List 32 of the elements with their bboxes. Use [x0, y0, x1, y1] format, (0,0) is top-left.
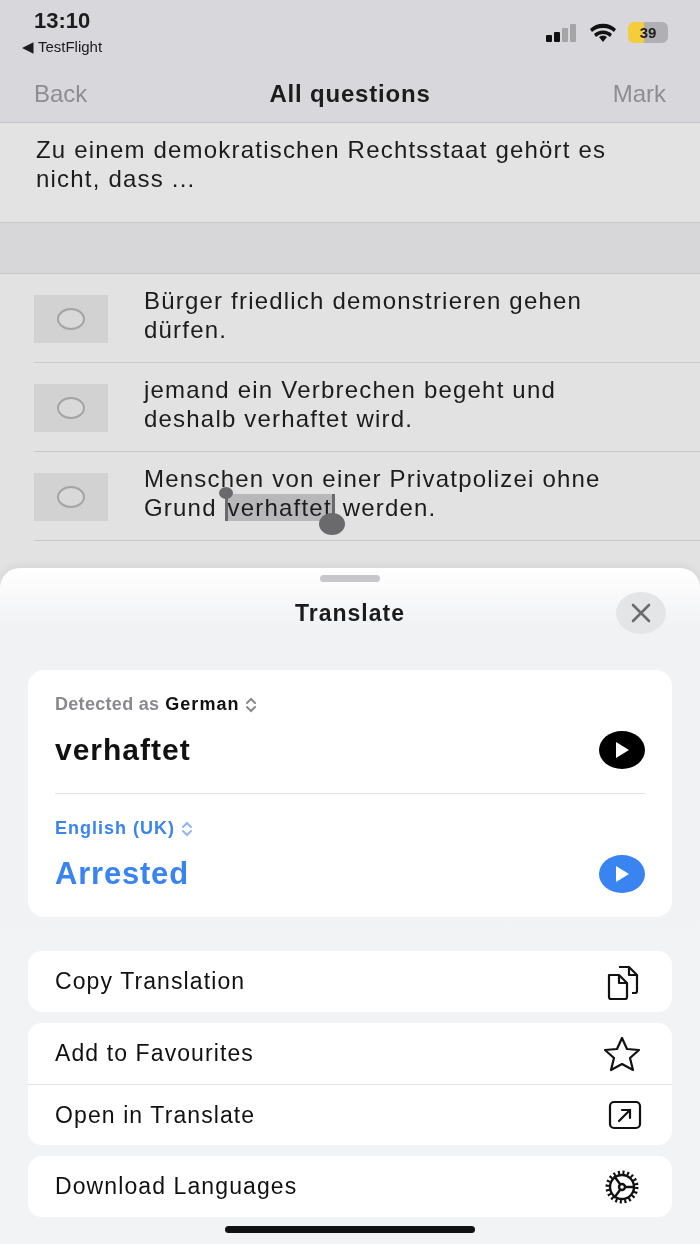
play-icon: [614, 741, 630, 759]
radio-button[interactable]: [34, 473, 108, 521]
radio-button[interactable]: [34, 295, 108, 343]
chevron-updown-icon: [245, 696, 258, 713]
close-button[interactable]: [616, 592, 666, 634]
source-language: German: [165, 694, 240, 715]
sheet-grabber[interactable]: [320, 575, 380, 582]
source-text: verhaftet: [55, 733, 191, 767]
play-icon: [614, 865, 630, 883]
chevron-updown-icon: [181, 820, 193, 837]
screen-title: All questions: [269, 79, 431, 108]
signal-icon: [546, 23, 578, 42]
star-icon: [602, 1034, 642, 1073]
return-to-app-link[interactable]: ◀ TestFlight: [22, 38, 103, 56]
target-language-selector[interactable]: English (UK): [55, 818, 193, 839]
wifi-icon: [590, 23, 616, 42]
clock-time: 13:10: [33, 8, 91, 34]
menu-action[interactable]: Add to Favourites: [28, 1023, 672, 1084]
radio-button[interactable]: [34, 384, 108, 432]
sheet-title: Translate: [295, 599, 405, 627]
close-icon: [631, 603, 651, 623]
answer-text: Menschen von einer Privatpolizei ohne Grund verhaftet werden.: [132, 464, 642, 540]
source-language-selector[interactable]: Detected as German: [55, 694, 258, 715]
open-external-icon: [608, 1100, 642, 1130]
menu-action[interactable]: Copy Translation: [28, 951, 672, 1012]
play-button[interactable]: [599, 731, 645, 769]
answer-text: jemand ein Verbrechen begeht und deshalb verhaftet wird.: [142, 375, 558, 434]
translated-text: Arrested: [55, 856, 189, 892]
answer-text: Bürger friedlich demonstrieren gehen dürfen.: [143, 286, 584, 345]
menu-action[interactable]: Download Languages: [28, 1156, 672, 1217]
detected-label: Detected as: [55, 694, 160, 715]
menu-action[interactable]: Open in Translate: [28, 1084, 672, 1145]
